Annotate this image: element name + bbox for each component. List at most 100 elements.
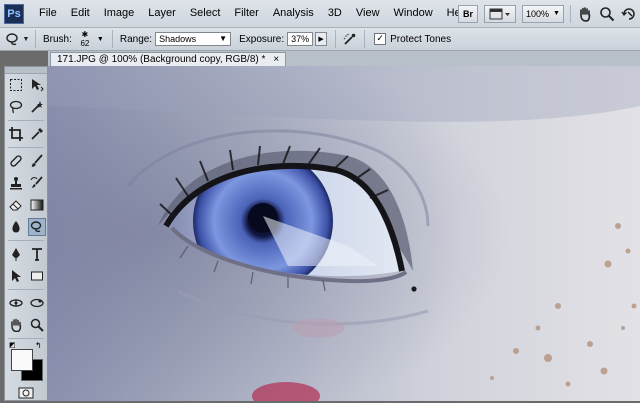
menu-filter[interactable]: Filter bbox=[227, 0, 265, 27]
zoom-tool-button[interactable] bbox=[596, 5, 618, 23]
marquee-tool[interactable] bbox=[7, 76, 25, 94]
crop-icon bbox=[8, 127, 23, 141]
pen-icon bbox=[11, 248, 20, 261]
gradient-tool[interactable] bbox=[28, 196, 46, 214]
lasso-tool[interactable] bbox=[7, 98, 25, 116]
type-icon bbox=[31, 248, 42, 261]
quick-mask-button[interactable] bbox=[17, 384, 35, 402]
divider bbox=[8, 120, 44, 121]
brush-icon bbox=[30, 154, 43, 167]
menu-3d[interactable]: 3D bbox=[321, 0, 349, 27]
divider bbox=[111, 30, 113, 48]
3d-rotate-tool[interactable] bbox=[7, 294, 25, 312]
menu-file[interactable]: File bbox=[32, 0, 64, 27]
bridge-label: Br bbox=[462, 8, 473, 19]
menu-analysis[interactable]: Analysis bbox=[266, 0, 321, 27]
eraser-icon bbox=[8, 200, 22, 211]
bandage-icon bbox=[9, 155, 22, 167]
range-label: Range: bbox=[119, 33, 153, 45]
photoshop-logo: Ps bbox=[4, 3, 24, 24]
healing-brush-tool[interactable] bbox=[7, 152, 25, 170]
tool-preset-picker[interactable]: ▼ bbox=[2, 30, 32, 48]
history-brush-icon bbox=[30, 176, 43, 188]
rotate-view-icon bbox=[621, 7, 635, 20]
quick-selection-tool[interactable] bbox=[28, 98, 46, 116]
gradient-icon bbox=[30, 199, 43, 211]
arrow-pointer-icon bbox=[11, 270, 21, 282]
eyedropper-tool[interactable] bbox=[28, 125, 46, 143]
move-tool[interactable] bbox=[28, 76, 46, 94]
3d-rotate-icon bbox=[8, 299, 23, 307]
bridge-button[interactable]: Br bbox=[458, 4, 478, 23]
document-title: 171.JPG @ 100% (Background copy, RGB/8) … bbox=[57, 54, 266, 65]
menu-select[interactable]: Select bbox=[183, 0, 228, 27]
hand-tool-button[interactable] bbox=[574, 5, 596, 23]
menu-view[interactable]: View bbox=[349, 0, 387, 27]
document-canvas[interactable] bbox=[48, 66, 640, 401]
menu-window[interactable]: Window bbox=[387, 0, 440, 27]
range-dropdown[interactable]: Shadows ▼ bbox=[155, 32, 232, 46]
divider bbox=[8, 240, 44, 241]
airbrush-button[interactable] bbox=[339, 30, 361, 48]
document-tab-bar: 171.JPG @ 100% (Background copy, RGB/8) … bbox=[48, 51, 640, 67]
exposure-slider-toggle[interactable]: ▶ bbox=[315, 32, 328, 46]
foreground-color-swatch[interactable] bbox=[11, 349, 33, 371]
exposure-label: Exposure: bbox=[239, 33, 285, 45]
chevron-down-icon[interactable]: ▼ bbox=[97, 36, 104, 43]
panel-grip[interactable] bbox=[5, 67, 47, 74]
burn-tool[interactable] bbox=[27, 218, 46, 236]
magic-wand-icon bbox=[30, 101, 43, 113]
move-icon bbox=[31, 79, 44, 92]
quick-mask-icon bbox=[18, 387, 34, 399]
rectangle-icon bbox=[30, 271, 43, 281]
eyedropper-icon bbox=[30, 128, 43, 140]
menu-bar: Ps File Edit Image Layer Select Filter A… bbox=[0, 0, 640, 28]
eraser-tool[interactable] bbox=[7, 196, 25, 214]
exposure-input[interactable]: 37% bbox=[287, 32, 314, 46]
brush-picker[interactable]: ✱ 62 bbox=[75, 29, 95, 48]
eye-photo bbox=[48, 66, 640, 401]
blur-tool[interactable] bbox=[7, 218, 25, 236]
hand-tool[interactable] bbox=[7, 316, 25, 334]
brush-label: Brush: bbox=[43, 33, 72, 45]
clone-stamp-tool[interactable] bbox=[7, 174, 25, 192]
screen-mode-button[interactable] bbox=[484, 4, 516, 23]
airbrush-icon bbox=[343, 33, 356, 45]
default-colors-icon[interactable]: ◩ bbox=[9, 341, 16, 349]
protect-tones-checkbox[interactable]: ✓ bbox=[374, 33, 387, 45]
zoom-tool[interactable] bbox=[28, 316, 46, 334]
divider bbox=[8, 338, 44, 339]
color-swatches: ◩ ↰ bbox=[5, 341, 47, 383]
divider bbox=[8, 147, 44, 148]
menu-image[interactable]: Image bbox=[97, 0, 142, 27]
type-tool[interactable] bbox=[28, 245, 46, 263]
brush-tool[interactable] bbox=[28, 152, 46, 170]
crop-tool[interactable] bbox=[7, 125, 25, 143]
document-tab[interactable]: 171.JPG @ 100% (Background copy, RGB/8) … bbox=[50, 52, 287, 66]
marquee-icon bbox=[9, 79, 22, 91]
path-selection-tool[interactable] bbox=[7, 267, 25, 285]
pen-tool[interactable] bbox=[7, 245, 25, 263]
menu-layer[interactable]: Layer bbox=[141, 0, 183, 27]
3d-orbit-tool[interactable] bbox=[28, 294, 46, 312]
magnifier-icon bbox=[30, 318, 44, 332]
rotate-view-button[interactable] bbox=[618, 5, 640, 23]
screen-mode-icon bbox=[489, 8, 510, 19]
protect-tones-label: Protect Tones bbox=[390, 33, 452, 45]
menu-edit[interactable]: Edit bbox=[64, 0, 97, 27]
main-menu: File Edit Image Layer Select Filter Anal… bbox=[32, 0, 476, 27]
burn-tool-icon bbox=[5, 33, 18, 46]
swap-colors-icon[interactable]: ↰ bbox=[35, 341, 42, 350]
history-brush-tool[interactable] bbox=[28, 174, 46, 192]
rectangle-tool[interactable] bbox=[28, 267, 46, 285]
magnifier-icon bbox=[600, 6, 615, 21]
divider bbox=[570, 4, 571, 23]
range-value: Shadows bbox=[159, 34, 197, 44]
zoom-level-dropdown[interactable]: 100% ▼ bbox=[522, 4, 564, 23]
close-icon[interactable]: × bbox=[273, 54, 279, 65]
brush-tip-icon: ✱ bbox=[81, 29, 89, 39]
application-bar: Br 100% ▼ bbox=[455, 0, 640, 27]
chevron-right-icon: ▶ bbox=[318, 36, 324, 43]
chevron-down-icon: ▼ bbox=[22, 35, 30, 43]
3d-orbit-icon bbox=[29, 298, 44, 308]
